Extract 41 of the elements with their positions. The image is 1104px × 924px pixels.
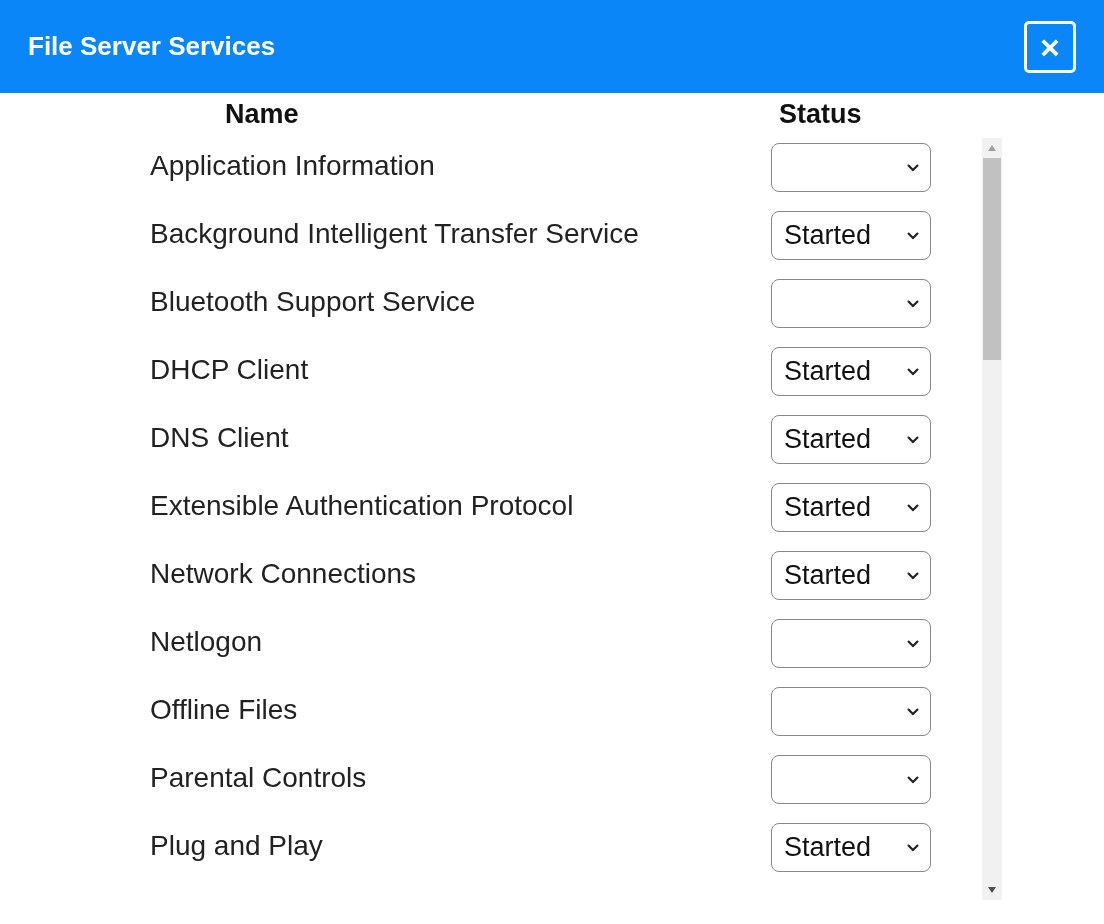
scroll-up-icon[interactable] [987,144,997,152]
status-dropdown[interactable]: Started [771,823,931,872]
close-button[interactable]: × [1024,20,1076,73]
service-name: Background Intelligent Transfer Service [150,217,639,251]
service-name: Application Information [150,149,435,183]
status-dropdown[interactable]: Started [771,483,931,532]
service-name: Bluetooth Support Service [150,285,476,319]
service-name: Offline Files [150,693,298,727]
chevron-icon [906,163,920,172]
chevron-icon [906,503,920,512]
chevron-icon [906,367,920,376]
chevron-icon [906,571,920,580]
status-dropdown[interactable] [771,687,931,736]
service-name: Network Connections [150,557,417,591]
chevron-icon [906,435,920,444]
chevron-icon [906,639,920,648]
chevron-icon [906,707,920,716]
service-name: DNS Client [150,421,289,455]
scrollbar[interactable] [982,138,1002,900]
status-dropdown[interactable] [771,143,931,192]
chevron-icon [906,299,920,308]
status-dropdown[interactable] [771,279,931,328]
service-name: Extensible Authentication Protocol [150,489,574,523]
service-name: Plug and Play [150,829,323,863]
status-dropdown[interactable] [771,619,931,668]
window-title: File Server Services [28,31,276,62]
status-dropdown[interactable]: Started [771,415,931,464]
column-header: Name [224,98,299,131]
status-dropdown[interactable]: Started [771,347,931,396]
service-name: DHCP Client [150,353,309,387]
chevron-icon [906,843,920,852]
status-dropdown[interactable]: Started [771,211,931,260]
column-header: Status [778,98,862,131]
service-name: Netlogon [150,625,263,659]
scroll-down-icon[interactable] [987,886,997,894]
status-dropdown[interactable] [771,755,931,804]
service-name: Parental Controls [150,761,367,795]
scroll-thumb[interactable] [983,158,1001,360]
status-dropdown[interactable]: Started [771,551,931,600]
chevron-icon [906,231,920,240]
chevron-icon [906,775,920,784]
